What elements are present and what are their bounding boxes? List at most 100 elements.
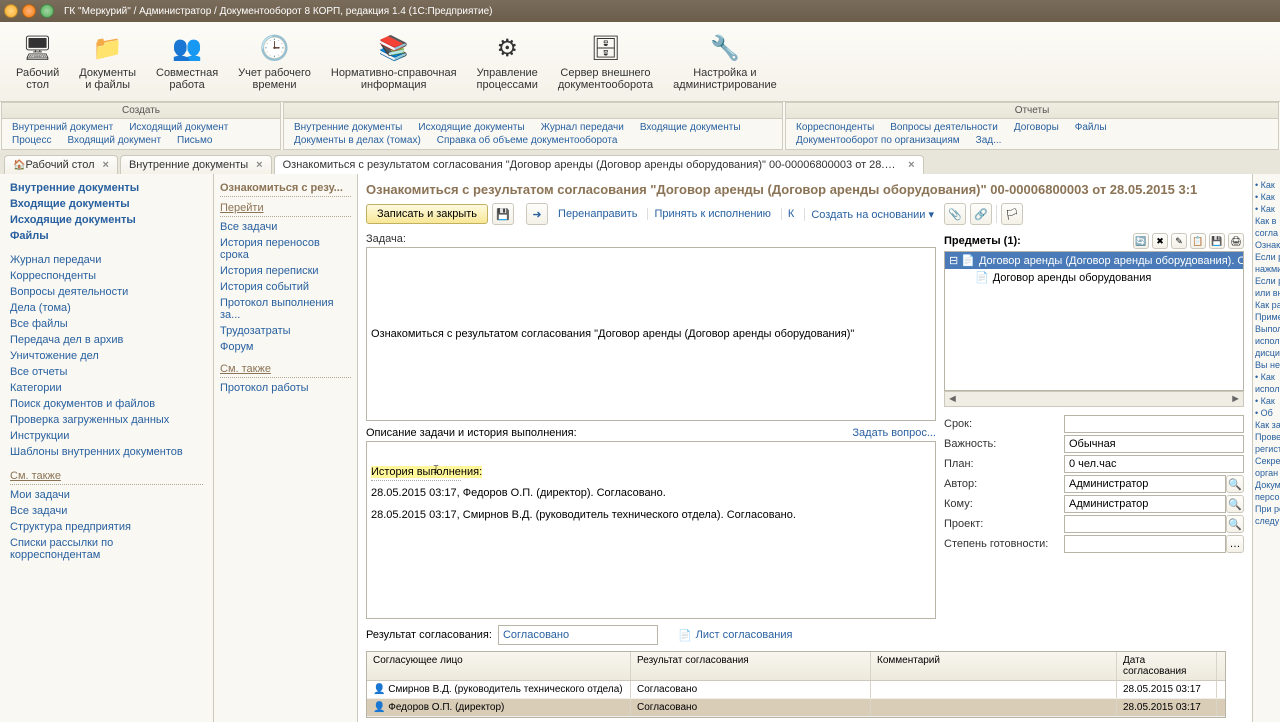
obj-edit-icon[interactable]: ✎ bbox=[1171, 233, 1187, 249]
sublink-g1-0[interactable]: Внутренний документ bbox=[4, 121, 121, 134]
link-icon[interactable]: 🔗 bbox=[970, 203, 992, 225]
tab-1[interactable]: Внутренние документы× bbox=[120, 155, 272, 174]
side-link-5[interactable]: Передача дел в архив bbox=[10, 332, 203, 348]
sublink-g2-4[interactable]: Документы в делах (томах) bbox=[286, 134, 429, 147]
sp-link2-0[interactable]: Протокол работы bbox=[220, 380, 351, 396]
sp-link1-6[interactable]: Форум bbox=[220, 339, 351, 355]
side-also-0[interactable]: Мои задачи bbox=[10, 487, 203, 503]
obj-delete-icon[interactable]: ✖ bbox=[1152, 233, 1168, 249]
side-link-1[interactable]: Корреспонденты bbox=[10, 268, 203, 284]
create-based-link[interactable]: Создать на основании ▾ bbox=[804, 208, 940, 221]
tree-node-child[interactable]: 📄 Договор аренды оборудования bbox=[945, 269, 1243, 286]
side-bold-0[interactable]: Внутренние документы bbox=[10, 180, 203, 196]
tree-node-main[interactable]: ⊟ 📄 Договор аренды (Договор аренды обору… bbox=[945, 252, 1243, 269]
to-input[interactable] bbox=[1064, 495, 1226, 513]
ribbon-item-1[interactable]: 📁Документыи файлы bbox=[69, 24, 146, 99]
side-link-0[interactable]: Журнал передачи bbox=[10, 252, 203, 268]
side-link-6[interactable]: Уничтожение дел bbox=[10, 348, 203, 364]
tab-close-1[interactable]: × bbox=[256, 159, 262, 171]
side-link-11[interactable]: Инструкции bbox=[10, 428, 203, 444]
sublink-g3-2[interactable]: Договоры bbox=[1006, 121, 1067, 134]
side-link-7[interactable]: Все отчеты bbox=[10, 364, 203, 380]
side-bold-1[interactable]: Входящие документы bbox=[10, 196, 203, 212]
accept-link[interactable]: Принять к исполнению bbox=[647, 208, 776, 220]
objects-tree[interactable]: ⊟ 📄 Договор аренды (Договор аренды обору… bbox=[944, 251, 1244, 391]
sublink-g1-4[interactable]: Письмо bbox=[169, 134, 220, 147]
col-comment[interactable]: Комментарий bbox=[871, 652, 1117, 680]
sublink-g3-0[interactable]: Корреспонденты bbox=[788, 121, 882, 134]
sublink-g2-2[interactable]: Журнал передачи bbox=[533, 121, 632, 134]
tree-scrollbar[interactable]: ◄► bbox=[944, 391, 1244, 407]
window-max[interactable] bbox=[22, 4, 36, 18]
tab-close-0[interactable]: × bbox=[103, 159, 109, 171]
sublink-g3-5[interactable]: Зад... bbox=[968, 134, 1010, 147]
save-icon[interactable]: 💾 bbox=[492, 203, 514, 225]
sublink-g2-0[interactable]: Внутренние документы bbox=[286, 121, 410, 134]
k-link[interactable]: К bbox=[781, 208, 800, 220]
readiness-input[interactable] bbox=[1064, 535, 1226, 553]
sp-link1-4[interactable]: Протокол выполнения за... bbox=[220, 295, 351, 323]
sp-link1-5[interactable]: Трудозатраты bbox=[220, 323, 351, 339]
plan-input[interactable] bbox=[1064, 455, 1244, 473]
tab-2[interactable]: Ознакомиться с результатом согласования … bbox=[274, 155, 924, 174]
importance-input[interactable] bbox=[1064, 435, 1244, 453]
task-input[interactable] bbox=[366, 247, 936, 421]
col-result[interactable]: Результат согласования bbox=[631, 652, 871, 680]
tab-close-2[interactable]: × bbox=[908, 159, 914, 171]
side-also-3[interactable]: Списки рассылки по корреспондентам bbox=[10, 535, 203, 563]
window-min[interactable] bbox=[4, 4, 18, 18]
redirect-icon[interactable]: ➜ bbox=[526, 203, 548, 225]
flag-icon[interactable]: 🏳 bbox=[1001, 203, 1023, 225]
sublink-g3-4[interactable]: Документооборот по организациям bbox=[788, 134, 968, 147]
side-link-2[interactable]: Вопросы деятельности bbox=[10, 284, 203, 300]
ribbon-item-7[interactable]: 🔧Настройка иадминистрирование bbox=[663, 24, 787, 99]
grid-row-0[interactable]: 👤 Смирнов В.Д. (руководитель техническог… bbox=[367, 681, 1225, 699]
author-lookup-icon[interactable]: 🔍 bbox=[1226, 475, 1244, 493]
sublink-g1-3[interactable]: Входящий документ bbox=[60, 134, 170, 147]
sublink-g1-1[interactable]: Исходящий документ bbox=[121, 121, 236, 134]
save-close-button[interactable]: Записать и закрыть bbox=[366, 204, 488, 224]
obj-refresh-icon[interactable]: 🔄 bbox=[1133, 233, 1149, 249]
side-link-12[interactable]: Шаблоны внутренних документов bbox=[10, 444, 203, 460]
obj-print-icon[interactable]: 🖨 bbox=[1228, 233, 1244, 249]
readiness-more-icon[interactable]: … bbox=[1226, 535, 1244, 553]
result-input[interactable] bbox=[498, 625, 658, 645]
obj-copy-icon[interactable]: 📋 bbox=[1190, 233, 1206, 249]
history-textarea[interactable]: История выполнения:𝙸 28.05.2015 03:17, Ф… bbox=[366, 441, 936, 619]
window-close[interactable] bbox=[40, 4, 54, 18]
sublink-g1-2[interactable]: Процесс bbox=[4, 134, 60, 147]
attach-icon[interactable]: 📎 bbox=[944, 203, 966, 225]
sublink-g2-5[interactable]: Справка об объеме документооборота bbox=[429, 134, 626, 147]
deadline-input[interactable] bbox=[1064, 415, 1244, 433]
grid-row-1[interactable]: 👤 Федоров О.П. (директор)Согласовано28.0… bbox=[367, 699, 1225, 717]
side-also-1[interactable]: Все задачи bbox=[10, 503, 203, 519]
redirect-link[interactable]: Перенаправить bbox=[552, 208, 643, 220]
sublink-g3-1[interactable]: Вопросы деятельности bbox=[882, 121, 1006, 134]
author-input[interactable] bbox=[1064, 475, 1226, 493]
sp-link1-2[interactable]: История переписки bbox=[220, 263, 351, 279]
ask-question-link[interactable]: Задать вопрос... bbox=[852, 427, 936, 439]
obj-save-icon[interactable]: 💾 bbox=[1209, 233, 1225, 249]
side-link-10[interactable]: Проверка загруженных данных bbox=[10, 412, 203, 428]
sublink-g3-3[interactable]: Файлы bbox=[1067, 121, 1115, 134]
side-bold-2[interactable]: Исходящие документы bbox=[10, 212, 203, 228]
side-link-8[interactable]: Категории bbox=[10, 380, 203, 396]
side-link-4[interactable]: Все файлы bbox=[10, 316, 203, 332]
sp-link1-0[interactable]: Все задачи bbox=[220, 219, 351, 235]
col-person[interactable]: Согласующее лицо bbox=[367, 652, 631, 680]
sp-link1-3[interactable]: История событий bbox=[220, 279, 351, 295]
tab-0[interactable]: 🏠 Рабочий стол× bbox=[4, 155, 118, 174]
project-lookup-icon[interactable]: 🔍 bbox=[1226, 515, 1244, 533]
side-also-2[interactable]: Структура предприятия bbox=[10, 519, 203, 535]
project-input[interactable] bbox=[1064, 515, 1226, 533]
to-lookup-icon[interactable]: 🔍 bbox=[1226, 495, 1244, 513]
approval-sheet-link[interactable]: Лист согласования bbox=[692, 629, 793, 641]
side-bold-3[interactable]: Файлы bbox=[10, 228, 203, 244]
ribbon-item-6[interactable]: 🗄Сервер внешнегодокументооборота bbox=[548, 24, 663, 99]
col-date[interactable]: Дата согласования bbox=[1117, 652, 1217, 680]
ribbon-item-3[interactable]: 🕒Учет рабочеговремени bbox=[228, 24, 321, 99]
ribbon-item-0[interactable]: 🖥Рабочийстол bbox=[6, 24, 69, 99]
sublink-g2-3[interactable]: Входящие документы bbox=[632, 121, 749, 134]
side-link-3[interactable]: Дела (тома) bbox=[10, 300, 203, 316]
ribbon-item-5[interactable]: ⚙Управлениепроцессами bbox=[467, 24, 548, 99]
